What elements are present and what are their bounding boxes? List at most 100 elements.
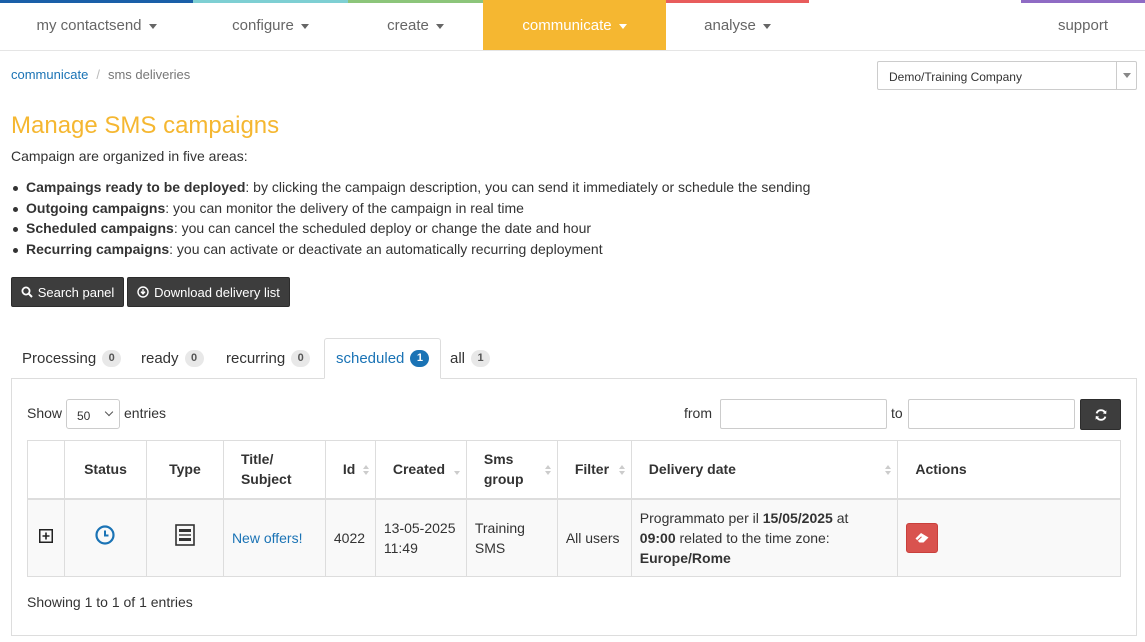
created-time: 11:49 xyxy=(383,539,418,556)
tab-label: scheduled xyxy=(336,350,405,367)
type-cell xyxy=(145,498,224,577)
nav-label: analyse xyxy=(704,16,756,34)
caret-down-icon xyxy=(618,23,627,29)
campaign-title-link[interactable]: New offers! xyxy=(232,530,303,546)
breadcrumb: communicate / sms deliveries xyxy=(11,67,190,82)
nav-label: configure xyxy=(232,16,294,34)
nav-communicate[interactable]: communicate xyxy=(483,0,666,50)
entries-label: entries xyxy=(124,405,167,421)
company-select[interactable]: Demo/Training Company xyxy=(877,61,1137,90)
sort-icon xyxy=(362,465,369,475)
page-title: Manage SMS campaigns xyxy=(11,112,280,139)
caret-down-icon xyxy=(148,23,157,29)
actions-cell xyxy=(897,498,1121,577)
list-item-text: : you can monitor the delivery of the ca… xyxy=(165,199,524,216)
list-item-text: : by clicking the campaign description, … xyxy=(245,179,811,195)
count-badge: 1 xyxy=(410,350,430,367)
title-column-header: Title/Subject xyxy=(222,440,326,500)
sms-group-column-header[interactable]: Sms group xyxy=(465,440,558,500)
tab-processing[interactable]: Processing 0 xyxy=(11,338,132,379)
header-label: Type xyxy=(169,461,201,478)
header-label: Subject xyxy=(240,471,292,488)
nav-configure[interactable]: configure xyxy=(193,0,348,50)
nav-label: communicate xyxy=(522,16,612,34)
title-cell: New offers! xyxy=(222,498,326,577)
header-label: Title/ xyxy=(240,451,274,468)
search-panel-label: Search panel xyxy=(37,284,115,300)
tab-label: ready xyxy=(141,350,179,367)
list-item: Scheduled campaigns: you can cancel the … xyxy=(11,218,810,239)
caret-down-icon xyxy=(762,23,771,29)
tab-label: Processing xyxy=(22,350,97,367)
from-date-input[interactable] xyxy=(720,399,887,429)
sort-icon xyxy=(544,465,551,475)
sort-desc-icon xyxy=(453,465,460,475)
eraser-icon xyxy=(915,532,929,543)
nav-analyse[interactable]: analyse xyxy=(666,0,809,50)
top-navigation: my contactsend configure create communic… xyxy=(0,0,1145,51)
nav-stripe xyxy=(0,0,193,3)
header-label: Status xyxy=(84,461,127,478)
tab-label: recurring xyxy=(226,350,286,367)
created-date: 13-05-2025 xyxy=(383,519,456,536)
nav-support[interactable]: support xyxy=(1021,0,1145,50)
nav-stripe xyxy=(348,0,483,3)
header-label: Delivery date xyxy=(648,461,736,478)
to-date-input[interactable] xyxy=(908,399,1075,429)
page-length-select[interactable]: 50 xyxy=(66,399,120,429)
sort-icon xyxy=(618,465,625,475)
expand-plus-icon[interactable] xyxy=(38,528,53,543)
actions-column-header: Actions xyxy=(897,440,1121,500)
created-cell: 13-05-2025 11:49 xyxy=(374,498,467,577)
dropdown-arrow-icon xyxy=(1116,62,1136,89)
list-item-bold: Campaings ready to be deployed xyxy=(26,179,246,195)
count-badge: 1 xyxy=(471,350,491,367)
filter-column-header[interactable]: Filter xyxy=(556,440,632,500)
page-length-value: 50 xyxy=(77,409,91,423)
breadcrumb-separator: / xyxy=(96,67,100,82)
tab-all[interactable]: all 1 xyxy=(439,338,501,379)
nav-create[interactable]: create xyxy=(348,0,483,50)
header-label: Id xyxy=(342,461,356,478)
header-label: Actions xyxy=(915,461,967,478)
search-panel-button[interactable]: Search panel xyxy=(11,277,124,307)
expand-column-header xyxy=(27,440,65,500)
list-item-text: : you can activate or deactivate an auto… xyxy=(169,240,603,257)
company-select-value: Demo/Training Company xyxy=(889,70,1022,84)
nav-stripe xyxy=(1021,0,1145,3)
type-column-header: Type xyxy=(145,440,224,500)
cancel-schedule-button[interactable] xyxy=(906,522,939,553)
delivery-mid: related to the time zone: xyxy=(675,529,830,546)
nav-label: my contactsend xyxy=(36,16,142,34)
nav-my-contactsend[interactable]: my contactsend xyxy=(0,0,193,50)
table-info: Showing 1 to 1 of 1 entries xyxy=(27,594,193,610)
nav-label: support xyxy=(1057,16,1109,34)
breadcrumb-communicate-link[interactable]: communicate xyxy=(11,67,88,82)
to-label: to xyxy=(891,405,903,421)
clock-icon xyxy=(95,525,116,545)
group-name-line1: Training xyxy=(474,519,525,536)
header-label: Created xyxy=(392,461,446,478)
created-column-header[interactable]: Created xyxy=(374,440,467,500)
tab-scheduled[interactable]: scheduled 1 xyxy=(324,338,442,379)
count-badge: 0 xyxy=(102,350,122,367)
refresh-button[interactable] xyxy=(1080,399,1121,430)
show-label: Show xyxy=(27,405,63,421)
from-label: from xyxy=(684,405,712,421)
tab-ready[interactable]: ready 0 xyxy=(130,338,215,379)
table-row: New offers! 4022 13-05-2025 11:49 Trainin… xyxy=(27,498,1121,577)
sms-group-cell: Training SMS xyxy=(465,498,558,577)
delivery-date-column-header[interactable]: Delivery date xyxy=(630,440,899,500)
nav-label: create xyxy=(387,16,429,34)
list-item-bold: Scheduled campaigns xyxy=(26,220,174,236)
id-column-header[interactable]: Id xyxy=(324,440,376,500)
caret-down-icon xyxy=(300,23,309,29)
tab-recurring[interactable]: recurring 0 xyxy=(215,338,321,379)
download-delivery-list-button[interactable]: Download delivery list xyxy=(127,277,290,307)
list-item: Recurring campaigns: you can activate or… xyxy=(11,239,810,260)
breadcrumb-current: sms deliveries xyxy=(107,67,191,82)
delivery-date-cell: Programmato per il 15/05/2025 at 09:00 re… xyxy=(630,498,899,577)
refresh-icon xyxy=(1095,408,1106,421)
nav-stripe xyxy=(666,0,809,3)
table-header-row: Status Type Title/Subject Id Created Sms… xyxy=(27,440,1121,500)
